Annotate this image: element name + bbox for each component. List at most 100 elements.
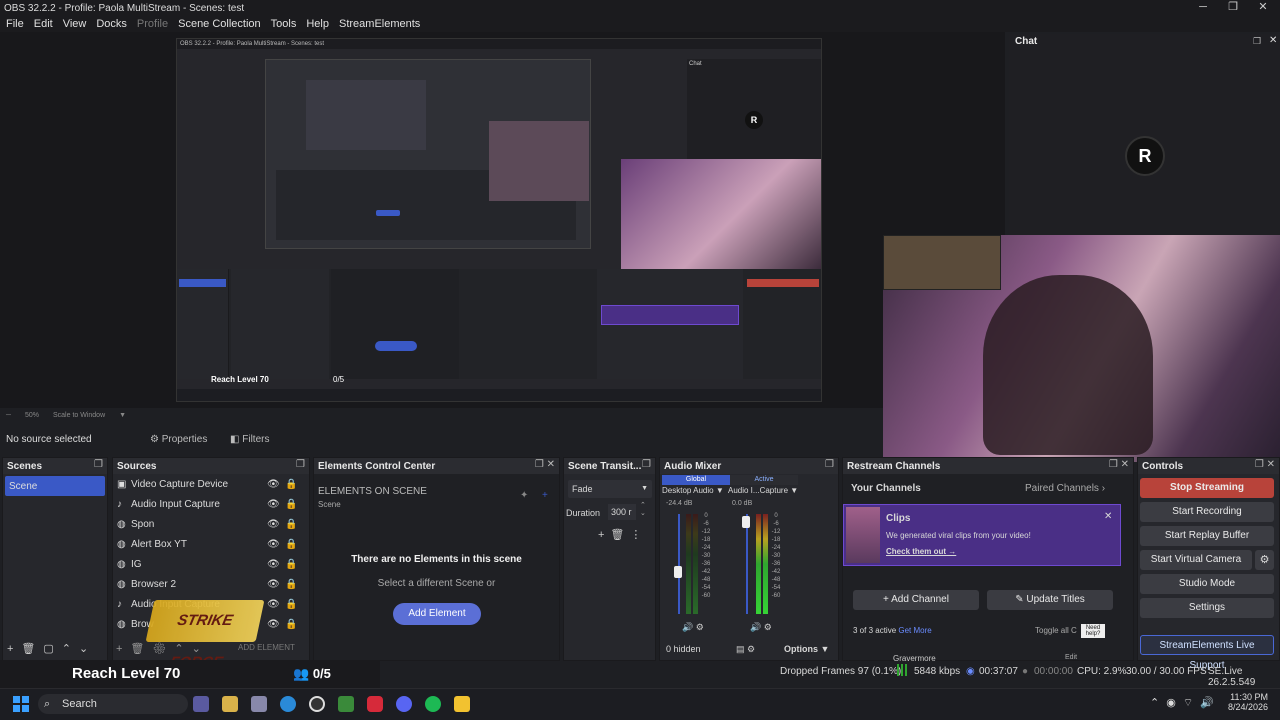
menu-help[interactable]: Help bbox=[306, 18, 329, 30]
no-source-label: No source selected bbox=[6, 433, 92, 445]
toggle-all-label[interactable]: Toggle all C bbox=[1035, 626, 1077, 635]
transition-toolbar[interactable]: +🗑⋮ bbox=[598, 528, 647, 541]
webcam-person bbox=[983, 275, 1153, 455]
float-icon[interactable]: ❐ bbox=[642, 459, 651, 470]
fader-handle-desktop[interactable] bbox=[674, 566, 682, 578]
close-icon[interactable]: ❐ ✕ bbox=[1109, 459, 1129, 470]
eye-icon: 👁 bbox=[267, 578, 280, 590]
webcam-inset bbox=[883, 235, 1001, 290]
close-button[interactable]: ✕ bbox=[1248, 0, 1278, 16]
need-help-badge[interactable]: Need help? bbox=[1081, 624, 1105, 638]
channel-edit[interactable]: Edit bbox=[1065, 654, 1077, 661]
system-tray-icons[interactable]: ⌃◉⌔🔊 bbox=[1150, 696, 1221, 710]
gear-icon[interactable]: ⚙ bbox=[1255, 550, 1274, 570]
menu-edit[interactable]: Edit bbox=[34, 18, 53, 30]
source-item[interactable]: ◍ Spon 👁 🔒 bbox=[113, 514, 309, 534]
elements-header: Elements Control Center ❐ ✕ bbox=[314, 458, 559, 474]
close-icon[interactable]: ❐ ✕ bbox=[1255, 459, 1275, 470]
maximize-button[interactable]: ❐ bbox=[1218, 0, 1248, 16]
mic-icon: ♪ bbox=[117, 498, 122, 510]
fader-handle-mic[interactable] bbox=[742, 516, 750, 528]
source-item[interactable]: ▣ Video Capture Device 👁 🔒 bbox=[113, 474, 309, 494]
scene-toolbar[interactable]: +🗑▢⌃⌄ bbox=[7, 642, 96, 655]
obs-icon[interactable] bbox=[309, 696, 325, 712]
mixer-channel-mic[interactable]: Audio I...Capture ▼ bbox=[728, 486, 798, 495]
add-element-footer[interactable]: ADD ELEMENT bbox=[238, 643, 295, 652]
speaker-icon[interactable]: 🔊 ⚙ bbox=[750, 622, 772, 633]
float-icon[interactable]: ❐ bbox=[94, 459, 103, 470]
mixer-layout-icon[interactable]: ▤ ⚙ bbox=[736, 644, 755, 655]
mixer-tab-active[interactable]: Active bbox=[730, 475, 798, 485]
store-icon[interactable] bbox=[251, 696, 267, 712]
mixer-tab-global[interactable]: Global bbox=[662, 475, 730, 485]
chevron-down-icon[interactable]: ▼ bbox=[119, 412, 126, 419]
float-icon[interactable]: ❐ bbox=[296, 459, 305, 470]
menu-tools[interactable]: Tools bbox=[271, 18, 297, 30]
record-app-icon[interactable] bbox=[367, 696, 383, 712]
discord-icon[interactable] bbox=[396, 696, 412, 712]
add-channel-button[interactable]: + Add Channel bbox=[853, 590, 979, 610]
eye-icon: 👁 bbox=[267, 478, 280, 490]
menu-file[interactable]: File bbox=[6, 18, 24, 30]
mixer-options-button[interactable]: Options ▼ bbox=[784, 644, 829, 654]
float-icon[interactable]: ❐ bbox=[825, 459, 834, 470]
restream-dock: Restream Channels ❐ ✕ Your Channels Paire… bbox=[842, 457, 1134, 663]
se-live-support-button[interactable]: StreamElements Live Support bbox=[1140, 635, 1274, 671]
clock[interactable]: 11:30 PM 8/24/2026 bbox=[1226, 692, 1268, 712]
start-virtual-camera-button[interactable]: Start Virtual Camera bbox=[1140, 550, 1252, 570]
browser-icon[interactable] bbox=[280, 696, 296, 712]
start-recording-button[interactable]: Start Recording bbox=[1140, 502, 1274, 522]
globe-icon: ◍ bbox=[117, 558, 126, 570]
speaker-icon[interactable]: 🔊 ⚙ bbox=[682, 622, 704, 633]
add-element-button[interactable]: Add Element bbox=[393, 603, 481, 625]
fader-desktop[interactable] bbox=[678, 514, 680, 614]
source-toolbar-buttons[interactable]: +🗑⚙⌃⌄ bbox=[116, 642, 209, 655]
menu-profile[interactable]: Profile bbox=[137, 18, 168, 30]
clips-card: Clips We generated viral clips from your… bbox=[843, 504, 1121, 566]
source-item[interactable]: ◍ Alert Box YT 👁 🔒 bbox=[113, 534, 309, 554]
minimize-button[interactable]: ─ bbox=[1188, 0, 1218, 16]
get-more-link[interactable]: Get More bbox=[898, 626, 931, 635]
properties-button[interactable]: ⚙ Properties bbox=[150, 434, 224, 445]
taskbar-search[interactable]: ⌕ Search bbox=[38, 694, 188, 714]
update-titles-button[interactable]: ✎ Update Titles bbox=[987, 590, 1113, 610]
eye-icon: 👁 bbox=[267, 498, 280, 510]
shield-icon[interactable] bbox=[338, 696, 354, 712]
start-replay-buffer-button[interactable]: Start Replay Buffer bbox=[1140, 526, 1274, 546]
folder-icon[interactable] bbox=[222, 696, 238, 712]
duration-input[interactable]: 300 r bbox=[608, 504, 636, 520]
notes-icon[interactable] bbox=[454, 696, 470, 712]
chat-close-icon[interactable]: ✕ bbox=[1269, 35, 1277, 46]
duration-stepper[interactable]: ⌃ ⌄ bbox=[640, 502, 646, 518]
check-them-out-link[interactable]: Check them out → bbox=[886, 547, 956, 556]
sources-header: Sources ❐ bbox=[113, 458, 309, 474]
lock-icon: 🔒 bbox=[285, 618, 298, 630]
stop-streaming-button[interactable]: Stop Streaming bbox=[1140, 478, 1274, 498]
chat-float-icon[interactable]: ❐ bbox=[1253, 36, 1261, 47]
sparkle-icon[interactable]: ✦ bbox=[520, 490, 528, 501]
nested-obs-capture: OBS 32.2.2 - Profile: Paola MultiStream … bbox=[176, 38, 822, 402]
app-icon[interactable] bbox=[193, 696, 209, 712]
paired-channels-link[interactable]: Paired Channels › bbox=[1025, 483, 1105, 494]
fader-mic[interactable] bbox=[746, 514, 748, 614]
scene-item[interactable]: Scene bbox=[5, 476, 105, 496]
menu-scene-collection[interactable]: Scene Collection bbox=[178, 18, 261, 30]
scale-mode[interactable]: Scale to Window bbox=[53, 412, 105, 419]
menu-docks[interactable]: Docks bbox=[96, 18, 127, 30]
settings-button[interactable]: Settings bbox=[1140, 598, 1274, 618]
source-item[interactable]: ◍ Browser 2 👁 🔒 bbox=[113, 574, 309, 594]
filters-button[interactable]: ◧ Filters bbox=[230, 434, 269, 445]
zoom-level[interactable]: 50% bbox=[25, 412, 39, 419]
spotify-icon[interactable] bbox=[425, 696, 441, 712]
menu-streamelements[interactable]: StreamElements bbox=[339, 18, 420, 30]
plus-icon[interactable]: + bbox=[542, 490, 548, 501]
windows-start-icon[interactable] bbox=[13, 696, 29, 712]
menu-view[interactable]: View bbox=[63, 18, 87, 30]
close-icon[interactable]: ✕ bbox=[1104, 511, 1112, 522]
studio-mode-button[interactable]: Studio Mode bbox=[1140, 574, 1274, 594]
mixer-channel-desktop[interactable]: Desktop Audio ▼ bbox=[662, 486, 724, 495]
close-icon[interactable]: ❐ ✕ bbox=[535, 459, 555, 470]
source-item[interactable]: ♪Audio Input Capture👁🔒 bbox=[113, 494, 309, 514]
transition-select[interactable]: Fade ▼ bbox=[568, 480, 652, 498]
source-item[interactable]: ◍ IG 👁 🔒 bbox=[113, 554, 309, 574]
